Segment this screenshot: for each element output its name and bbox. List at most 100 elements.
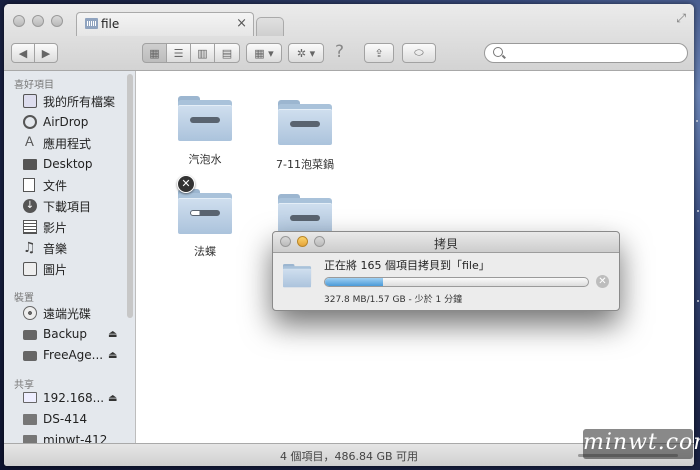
column-view-icon: ▥ xyxy=(197,46,208,60)
sidebar-item-freeagent[interactable]: FreeAge... ⏏ xyxy=(4,345,127,365)
copy-progress-bar xyxy=(324,277,589,287)
sidebar-item-label: 圖片 xyxy=(43,262,68,277)
movies-icon xyxy=(23,220,37,234)
star xyxy=(696,120,698,122)
sidebar-header-devices: 裝置 xyxy=(14,293,34,304)
dialog-title: 拷貝 xyxy=(433,237,458,251)
sidebar-item-label: 文件 xyxy=(43,178,68,193)
close-icon[interactable]: × xyxy=(236,16,247,31)
folder-icon[interactable] xyxy=(178,189,232,234)
help-icon[interactable]: ? xyxy=(335,42,344,62)
external-drive-icon xyxy=(23,330,37,340)
sidebar-item-downloads[interactable]: ↓ 下載項目 xyxy=(4,196,127,216)
view-column-button[interactable]: ▥ xyxy=(190,43,215,63)
search-icon xyxy=(493,47,503,57)
sidebar-item-label: Backup xyxy=(43,327,87,341)
action-button[interactable]: ✲ ▾ xyxy=(288,43,324,63)
documents-icon xyxy=(23,178,35,192)
arrange-icon: ▦ ▾ xyxy=(254,46,274,60)
eject-icon[interactable]: ⏏ xyxy=(108,393,117,404)
view-coverflow-button[interactable]: ▤ xyxy=(214,43,240,63)
sidebar: 喜好項目 我的所有檔案 AirDrop Ａ 應用程式 Desktop 文件 ↓ … xyxy=(4,71,136,444)
network-computer-icon xyxy=(23,392,37,403)
applications-icon: Ａ xyxy=(23,135,37,150)
sidebar-item-minwt-412[interactable]: minwt-412 xyxy=(4,430,127,444)
tags-button[interactable]: ⬭ xyxy=(402,43,436,63)
sidebar-item-applications[interactable]: Ａ 應用程式 xyxy=(4,133,127,153)
external-drive-icon xyxy=(23,351,37,361)
coverflow-view-icon: ▤ xyxy=(221,46,233,60)
all-files-icon xyxy=(23,94,37,108)
sidebar-item-label: 影片 xyxy=(43,220,68,235)
close-window-button[interactable] xyxy=(13,15,25,27)
desktop-icon xyxy=(23,159,37,170)
sidebar-item-pictures[interactable]: 圖片 xyxy=(4,259,127,279)
back-button[interactable]: ◀ xyxy=(11,43,35,63)
tag-icon: ⬭ xyxy=(414,46,424,59)
view-list-button[interactable]: ☰ xyxy=(166,43,191,63)
folder-icon[interactable] xyxy=(178,96,232,141)
minimize-window-button[interactable] xyxy=(32,15,44,27)
copy-message: 正在將 165 個項目拷貝到「file」 xyxy=(324,259,490,272)
stop-copy-button[interactable]: ✕ xyxy=(596,275,609,288)
eject-icon[interactable]: ⏏ xyxy=(108,329,117,340)
folder-icon[interactable] xyxy=(278,100,332,145)
tab-title: file xyxy=(101,17,120,31)
folder-label[interactable]: 汽泡水 xyxy=(160,151,250,167)
watermark: minwt.com xyxy=(583,429,700,459)
downloads-icon: ↓ xyxy=(23,199,37,213)
view-icon-button[interactable]: ▦ xyxy=(142,43,167,63)
airdrop-icon xyxy=(23,115,37,129)
close-icon[interactable]: ✕ xyxy=(177,175,195,193)
folder-label[interactable]: 法蝶 xyxy=(160,243,250,259)
sidebar-item-movies[interactable]: 影片 xyxy=(4,217,127,237)
progress-fill xyxy=(325,278,383,286)
remote-disc-icon xyxy=(23,306,37,320)
forward-arrow-icon: ▶ xyxy=(41,46,51,60)
copy-progress-dialog: 拷貝 正在將 165 個項目拷貝到「file」 ✕ 327.8 MB/1.57 … xyxy=(272,231,620,311)
copy-detail: 327.8 MB/1.57 GB - 少於 1 分鐘 xyxy=(324,295,463,305)
arrange-button[interactable]: ▦ ▾ xyxy=(246,43,282,63)
watermark-text: minwt.com xyxy=(583,430,700,455)
sidebar-item-label: 應用程式 xyxy=(43,136,92,151)
pictures-icon xyxy=(23,262,37,276)
sidebar-item-music[interactable]: ♫ 音樂 xyxy=(4,238,127,258)
star xyxy=(697,300,699,302)
sidebar-item-all-files[interactable]: 我的所有檔案 xyxy=(4,91,127,111)
sidebar-item-label: DS-414 xyxy=(43,412,88,426)
sidebar-item-label: 我的所有檔案 xyxy=(43,94,116,109)
music-icon: ♫ xyxy=(23,240,36,256)
fullscreen-icon[interactable]: ⤢ xyxy=(676,11,686,26)
icon-view-icon: ▦ xyxy=(149,46,160,60)
zoom-window-button[interactable] xyxy=(51,15,63,27)
sidebar-item-label: 192.168... xyxy=(43,391,105,405)
sidebar-item-label: 遠端光碟 xyxy=(43,306,92,321)
sidebar-item-remote-disc[interactable]: 遠端光碟 xyxy=(4,303,127,323)
forward-button[interactable]: ▶ xyxy=(34,43,58,63)
folder-label[interactable]: 7-11泡菜鍋 xyxy=(260,156,350,172)
sidebar-item-airdrop[interactable]: AirDrop xyxy=(4,112,127,132)
search-input[interactable] xyxy=(484,43,688,63)
sidebar-scrollbar[interactable] xyxy=(127,74,133,318)
list-view-icon: ☰ xyxy=(173,46,184,60)
folder-icon xyxy=(85,18,98,29)
share-button[interactable]: ⇪ xyxy=(364,43,394,63)
new-tab-button[interactable] xyxy=(256,17,284,36)
star xyxy=(697,210,699,212)
sidebar-item-desktop[interactable]: Desktop xyxy=(4,154,127,174)
sidebar-item-label: 音樂 xyxy=(43,241,68,256)
dialog-title-bar: 拷貝 xyxy=(273,232,619,253)
share-icon: ⇪ xyxy=(374,46,384,60)
title-bar: file × ⤢ ◀ ▶ ▦ ☰ ▥ ▤ ▦ ▾ ✲ ▾ ? ⇪ ⬭ xyxy=(4,4,694,71)
sidebar-item-label: AirDrop xyxy=(43,115,89,129)
back-arrow-icon: ◀ xyxy=(18,46,28,60)
sidebar-item-ds-414[interactable]: DS-414 xyxy=(4,409,127,429)
sidebar-item-network-192[interactable]: 192.168... ⏏ xyxy=(4,388,127,408)
sidebar-item-label: 下載項目 xyxy=(43,199,92,214)
network-server-icon xyxy=(23,414,37,425)
eject-icon[interactable]: ⏏ xyxy=(108,350,117,361)
sidebar-item-backup[interactable]: Backup ⏏ xyxy=(4,324,127,344)
tab-file[interactable]: file × xyxy=(76,12,254,36)
sidebar-header-favorites: 喜好項目 xyxy=(14,80,54,91)
sidebar-item-documents[interactable]: 文件 xyxy=(4,175,127,195)
